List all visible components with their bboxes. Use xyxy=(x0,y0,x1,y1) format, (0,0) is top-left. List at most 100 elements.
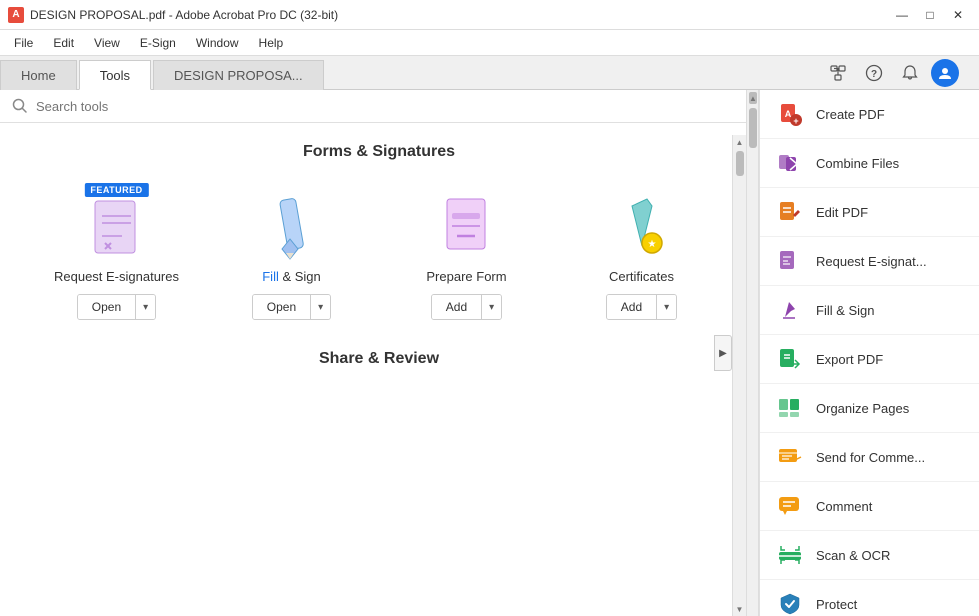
add-button-prepare-form[interactable]: Add xyxy=(432,295,482,319)
menu-window[interactable]: Window xyxy=(186,34,249,52)
protect-icon xyxy=(776,590,804,616)
notification-icon[interactable] xyxy=(895,59,925,87)
sidebar-item-combine-files[interactable]: Combine Files xyxy=(760,139,979,188)
menu-help[interactable]: Help xyxy=(249,34,294,52)
sidebar-item-request-esignat[interactable]: Request E-signat... xyxy=(760,237,979,286)
sidebar-item-create-pdf[interactable]: A + Create PDF xyxy=(760,90,979,139)
sidebar-label-comment: Comment xyxy=(816,499,872,514)
tool-certificates: ★ Certificates Add ▾ xyxy=(559,181,724,330)
create-pdf-icon: A + xyxy=(776,100,804,128)
sidebar-item-protect[interactable]: Protect xyxy=(760,580,979,616)
sidebar-label-export-pdf: Export PDF xyxy=(816,352,883,367)
maximize-button[interactable]: □ xyxy=(917,5,943,25)
open-button-fill-sign[interactable]: Open xyxy=(253,295,311,319)
tool-name-fill-sign: Fill & Sign xyxy=(262,269,321,284)
scan-ocr-icon xyxy=(776,541,804,569)
add-button-certificates[interactable]: Add xyxy=(607,295,657,319)
btn-group-fill-sign: Open ▾ xyxy=(252,294,331,320)
btn-group-prepare-form: Add ▾ xyxy=(431,294,502,320)
tab-doc[interactable]: DESIGN PROPOSA... xyxy=(153,60,324,90)
tool-name-certificates: Certificates xyxy=(609,269,674,284)
sidebar-label-create-pdf: Create PDF xyxy=(816,107,885,122)
menu-bar: File Edit View E-Sign Window Help xyxy=(0,30,979,56)
right-sidebar: A + Create PDF Combine Files xyxy=(759,90,979,616)
featured-badge: FEATURED xyxy=(84,183,148,197)
tool-grid-forms: FEATURED xyxy=(20,181,738,330)
tool-icon-fill-sign xyxy=(262,191,322,261)
tool-icon-prepare-form xyxy=(437,191,497,261)
prepare-form-icon xyxy=(437,191,497,261)
sidebar-item-edit-pdf[interactable]: Edit PDF xyxy=(760,188,979,237)
btn-group-request-esig: Open ▾ xyxy=(77,294,156,320)
request-esignat-icon xyxy=(776,247,804,275)
tab-home[interactable]: Home xyxy=(0,60,77,90)
arrow-button-certificates[interactable]: ▾ xyxy=(657,295,676,319)
sidebar-label-edit-pdf: Edit PDF xyxy=(816,205,868,220)
sidebar-label-scan-ocr: Scan & OCR xyxy=(816,548,890,563)
window-controls: — □ ✕ xyxy=(889,5,971,25)
panel-expand-button[interactable]: ▶ xyxy=(714,335,732,371)
search-input[interactable] xyxy=(36,99,746,114)
export-pdf-icon xyxy=(776,345,804,373)
outer-scrollbar[interactable]: ▲ xyxy=(746,90,758,616)
open-button-request-esig[interactable]: Open xyxy=(78,295,136,319)
content-area: ▲ ▲ ▼ ▶ Forms & Signatures xyxy=(0,90,759,616)
fill-sign-side-icon xyxy=(776,296,804,324)
fill-sign-icon xyxy=(262,191,322,261)
title-bar: A DESIGN PROPOSAL.pdf - Adobe Acrobat Pr… xyxy=(0,0,979,30)
edit-pdf-icon xyxy=(776,198,804,226)
tool-name-request-esig: Request E-signatures xyxy=(54,269,179,284)
tool-prepare-form: Prepare Form Add ▾ xyxy=(384,181,549,330)
arrow-button-request-esig[interactable]: ▾ xyxy=(136,295,155,319)
send-for-comme-icon xyxy=(776,443,804,471)
help-icon[interactable]: ? xyxy=(859,59,889,87)
arrow-button-prepare-form[interactable]: ▾ xyxy=(482,295,501,319)
tools-content: ▲ ▼ ▶ Forms & Signatures FEATURED xyxy=(0,123,758,604)
tab-tools[interactable]: Tools xyxy=(79,60,151,90)
comment-icon xyxy=(776,492,804,520)
certificates-icon: ★ xyxy=(612,191,672,261)
tab-bar: Home Tools DESIGN PROPOSA... ? xyxy=(0,56,979,90)
minimize-button[interactable]: — xyxy=(889,5,915,25)
menu-file[interactable]: File xyxy=(4,34,43,52)
arrow-button-fill-sign[interactable]: ▾ xyxy=(311,295,330,319)
section-title-forms: Forms & Signatures xyxy=(20,143,738,161)
combine-files-icon xyxy=(776,149,804,177)
tool-icon-certificates: ★ xyxy=(612,191,672,261)
sidebar-label-protect: Protect xyxy=(816,597,857,612)
sidebar-item-send-for-comme[interactable]: Send for Comme... xyxy=(760,433,979,482)
sidebar-item-comment[interactable]: Comment xyxy=(760,482,979,531)
sidebar-item-organize-pages[interactable]: Organize Pages xyxy=(760,384,979,433)
sidebar-item-scan-ocr[interactable]: Scan & OCR xyxy=(760,531,979,580)
svg-text:★: ★ xyxy=(647,239,656,250)
svg-text:+: + xyxy=(793,116,798,126)
menu-view[interactable]: View xyxy=(84,34,130,52)
content-scrollbar[interactable]: ▲ ▼ xyxy=(732,135,746,604)
share-icon[interactable] xyxy=(823,59,853,87)
user-avatar[interactable] xyxy=(931,59,959,87)
sidebar-label-fill-sign: Fill & Sign xyxy=(816,303,875,318)
sidebar-label-send-for-comme: Send for Comme... xyxy=(816,450,925,465)
menu-edit[interactable]: Edit xyxy=(43,34,84,52)
request-esig-icon xyxy=(87,191,147,261)
sidebar-item-export-pdf[interactable]: Export PDF xyxy=(760,335,979,384)
main-layout: ▲ ▲ ▼ ▶ Forms & Signatures xyxy=(0,90,979,616)
search-bar xyxy=(0,90,758,123)
window-title: DESIGN PROPOSAL.pdf - Adobe Acrobat Pro … xyxy=(30,8,889,22)
tool-icon-request-esig: FEATURED xyxy=(87,191,147,261)
organize-pages-icon xyxy=(776,394,804,422)
sidebar-item-fill-sign[interactable]: Fill & Sign xyxy=(760,286,979,335)
section-title-share: Share & Review xyxy=(20,350,738,368)
search-icon xyxy=(12,98,28,114)
tool-name-prepare-form: Prepare Form xyxy=(426,269,506,284)
sidebar-label-organize-pages: Organize Pages xyxy=(816,401,909,416)
menu-esign[interactable]: E-Sign xyxy=(130,34,186,52)
app-icon: A xyxy=(8,7,24,23)
svg-text:?: ? xyxy=(871,69,877,80)
tool-fill-sign: Fill & Sign Open ▾ xyxy=(209,181,374,330)
sidebar-label-request-esignat: Request E-signat... xyxy=(816,254,927,269)
btn-group-certificates: Add ▾ xyxy=(606,294,677,320)
tool-request-esignatures: FEATURED xyxy=(34,181,199,330)
close-button[interactable]: ✕ xyxy=(945,5,971,25)
top-toolbar: ? xyxy=(823,56,959,90)
